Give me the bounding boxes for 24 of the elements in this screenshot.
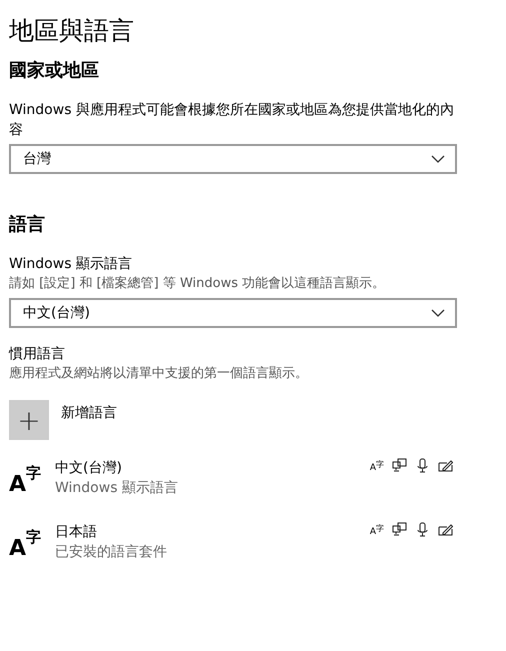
dropdown[interactable]: 中文(台灣) bbox=[9, 298, 457, 328]
add-button[interactable]: + bbox=[9, 400, 49, 440]
field-label: Windows 顯示語言 bbox=[9, 255, 133, 274]
pen-icon bbox=[438, 458, 453, 473]
section-heading: 語言 bbox=[9, 213, 46, 237]
page-title: 地區與語言 bbox=[9, 15, 135, 47]
language-name: 日本語 bbox=[55, 523, 98, 542]
microphone-icon bbox=[415, 522, 430, 537]
add-language-label[interactable]: 新增語言 bbox=[61, 404, 117, 422]
display-icon bbox=[392, 458, 407, 473]
language-detail: Windows 顯示語言 bbox=[55, 479, 179, 498]
description: Windows 與應用程式可能會根據您所在國家或地區為您提供當地化的內容 bbox=[9, 101, 455, 140]
display-icon bbox=[392, 522, 407, 537]
language-detail: 已安裝的語言套件 bbox=[55, 543, 168, 562]
pen-icon bbox=[438, 522, 453, 537]
language-name: 中文(台灣) bbox=[55, 459, 123, 478]
microphone-icon bbox=[415, 458, 430, 473]
dropdown[interactable]: 台灣 bbox=[9, 144, 457, 174]
field-label: 慣用語言 bbox=[9, 345, 66, 364]
chevron-icon bbox=[431, 309, 445, 317]
description: 請如 [設定] 和 [檔案總管] 等 Windows 功能會以這種語言顯示。 bbox=[9, 275, 386, 293]
description: 應用程式及網站將以清單中支援的第一個語言顯示。 bbox=[9, 365, 309, 383]
chevron-icon bbox=[431, 155, 445, 163]
section-heading: 國家或地區 bbox=[9, 59, 100, 83]
